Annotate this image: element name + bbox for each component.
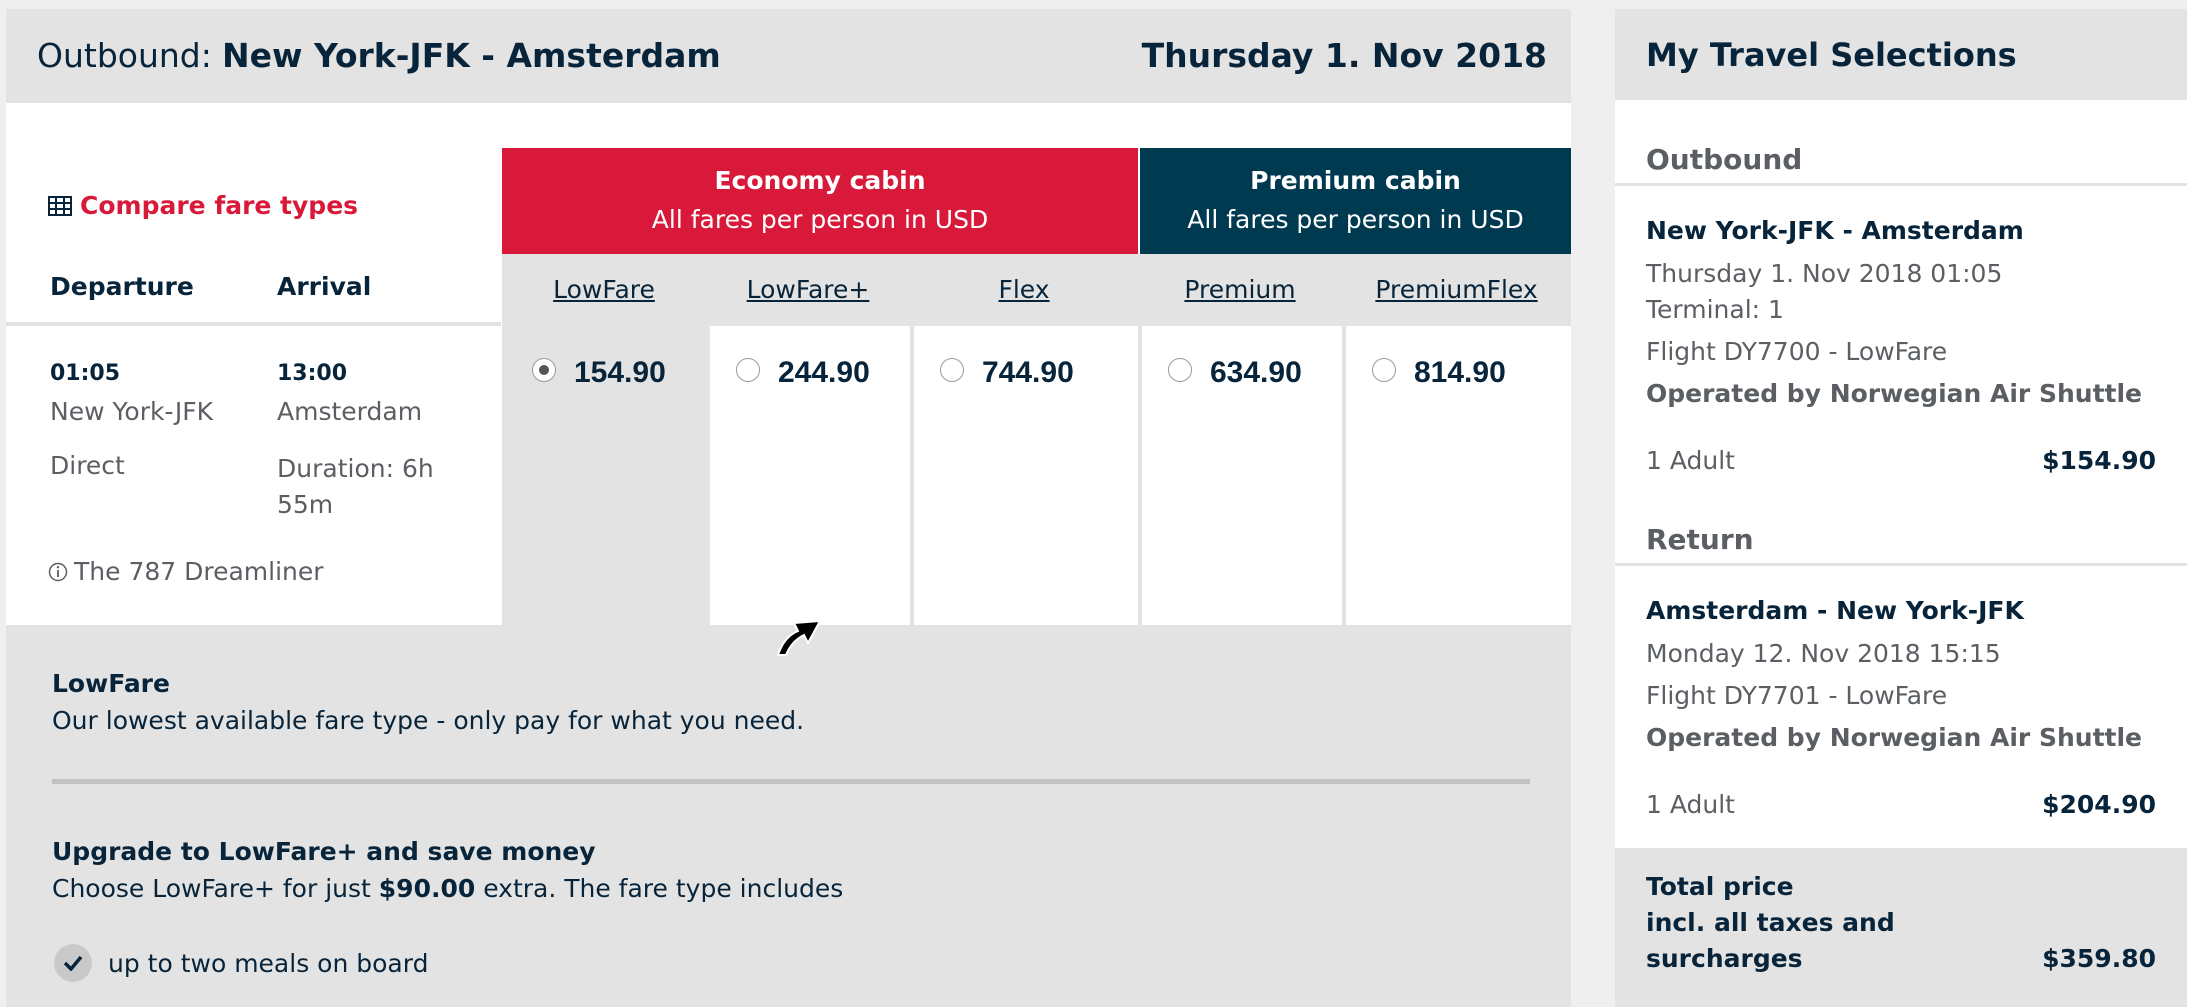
arrival-city: Amsterdam — [277, 397, 423, 426]
compare-link-label: Compare fare types — [80, 191, 359, 220]
fare-radio-flex[interactable] — [940, 358, 964, 382]
return-operator: Operated by Norwegian Air Shuttle — [1646, 723, 2142, 752]
departure-heading: Departure — [50, 272, 194, 301]
arrival-heading: Arrival — [277, 272, 372, 301]
selections-title: My Travel Selections — [1646, 36, 2017, 74]
route-title: New York-JFK - Amsterdam — [222, 36, 721, 75]
outbound-flight: Flight DY7700 - LowFare — [1646, 337, 1948, 366]
outbound-rule — [1615, 183, 2187, 186]
fare-price-premiumflex: 814.90 — [1414, 356, 1506, 389]
return-price: $204.90 — [2042, 790, 2156, 819]
fare-price-lowfare-plus: 244.90 — [778, 356, 870, 389]
outbound-datetime: Thursday 1. Nov 2018 01:05 — [1646, 259, 2003, 288]
fare-price-lowfare: 154.90 — [574, 356, 666, 389]
fare-option-flex[interactable]: 744.90 — [910, 326, 1138, 625]
outbound-terminal: Terminal: 1 — [1646, 295, 1784, 324]
flight-duration: Duration: 6h 55m — [277, 454, 434, 519]
checkmark-icon — [54, 944, 92, 982]
outbound-operator: Operated by Norwegian Air Shuttle — [1646, 379, 2142, 408]
fare-radio-premiumflex[interactable] — [1372, 358, 1396, 382]
mouse-cursor-icon — [776, 619, 822, 656]
fare-price-premium: 634.90 — [1210, 356, 1302, 389]
travel-selections-panel: My Travel Selections Outbound New York-J… — [1615, 9, 2187, 1007]
outbound-header: Outbound: New York-JFK - Amsterdam Thurs… — [6, 9, 1571, 103]
fare-type-lowfare[interactable]: LowFare — [502, 254, 706, 326]
premium-cabin-title: Premium cabin — [1250, 166, 1461, 195]
total-price: $359.80 — [2042, 944, 2156, 973]
economy-cabin-subtitle: All fares per person in USD — [651, 205, 989, 234]
total-label-line1: Total price — [1646, 872, 1794, 901]
fare-radio-premium[interactable] — [1168, 358, 1192, 382]
aircraft-info[interactable]: The 787 Dreamliner — [48, 557, 324, 586]
fare-radio-lowfare-plus[interactable] — [736, 358, 760, 382]
fare-radio-lowfare[interactable] — [532, 358, 556, 382]
fare-type-premiumflex[interactable]: PremiumFlex — [1342, 254, 1571, 326]
section-divider — [52, 779, 1530, 784]
fare-option-lowfare[interactable]: 154.90 — [502, 326, 706, 625]
header-divider — [6, 322, 501, 326]
upgrade-description: Choose LowFare+ for just $90.00 extra. T… — [52, 874, 844, 903]
departure-time: 01:05 — [50, 361, 121, 386]
total-label-line3: surcharges — [1646, 944, 1803, 973]
arrival-time: 13:00 — [277, 361, 348, 386]
return-rule — [1615, 563, 2187, 566]
return-route: Amsterdam - New York-JFK — [1646, 596, 2024, 625]
outbound-price: $154.90 — [2042, 446, 2156, 475]
fare-type-flex[interactable]: Flex — [910, 254, 1138, 326]
selections-header: My Travel Selections — [1615, 9, 2187, 100]
stops-info: Direct — [50, 451, 125, 480]
info-icon — [48, 562, 68, 581]
economy-cabin-title: Economy cabin — [714, 166, 926, 195]
table-icon — [48, 195, 72, 216]
fare-option-premium[interactable]: 634.90 — [1138, 326, 1342, 625]
return-section-heading: Return — [1646, 523, 1754, 556]
return-passengers: 1 Adult — [1646, 790, 1735, 819]
total-price-box: Total price incl. all taxes and surcharg… — [1615, 848, 2187, 1007]
fare-type-premium[interactable]: Premium — [1138, 254, 1342, 326]
travel-date: Thursday 1. Nov 2018 — [1141, 36, 1547, 75]
feature-item: up to two meals on board — [54, 944, 428, 982]
outbound-label: Outbound: — [37, 36, 212, 75]
return-datetime: Monday 12. Nov 2018 15:15 — [1646, 639, 2001, 668]
fare-type-lowfare-plus[interactable]: LowFare+ — [706, 254, 910, 326]
outbound-section-heading: Outbound — [1646, 143, 1803, 176]
departure-city: New York-JFK — [50, 397, 214, 426]
premium-cabin-subtitle: All fares per person in USD — [1187, 205, 1524, 234]
aircraft-name: The 787 Dreamliner — [74, 557, 324, 586]
total-label-line2: incl. all taxes and — [1646, 908, 1895, 937]
return-flight: Flight DY7701 - LowFare — [1646, 681, 1948, 710]
fare-info-title: LowFare — [52, 669, 170, 698]
upgrade-amount: $90.00 — [378, 874, 476, 903]
outbound-panel: Outbound: New York-JFK - Amsterdam Thurs… — [6, 9, 1571, 1007]
feature-label: up to two meals on board — [108, 948, 429, 978]
fare-option-lowfare-plus[interactable]: 244.90 — [706, 326, 910, 625]
outbound-route: New York-JFK - Amsterdam — [1646, 216, 2024, 245]
fare-price-flex: 744.90 — [982, 356, 1074, 389]
fare-info-description: Our lowest available fare type - only pa… — [52, 706, 805, 735]
fare-option-premiumflex[interactable]: 814.90 — [1342, 326, 1571, 625]
compare-fare-types-link[interactable]: Compare fare types — [48, 191, 358, 220]
premium-cabin-header: Premium cabin All fares per person in US… — [1140, 148, 1571, 254]
upgrade-title: Upgrade to LowFare+ and save money — [52, 837, 596, 866]
outbound-passengers: 1 Adult — [1646, 446, 1735, 475]
economy-cabin-header: Economy cabin All fares per person in US… — [502, 148, 1138, 254]
